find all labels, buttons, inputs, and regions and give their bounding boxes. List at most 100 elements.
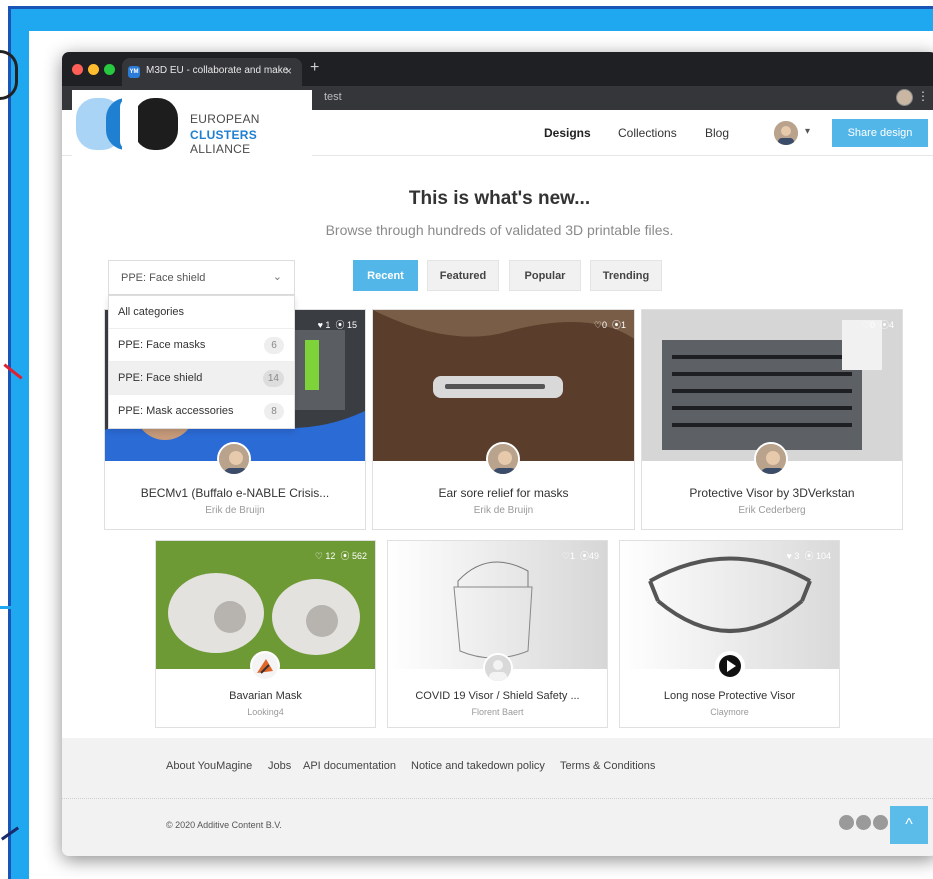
author-avatar[interactable] (486, 442, 520, 476)
site-footer: About YouMagine Jobs API documentation N… (62, 738, 933, 856)
downloads-count: 15 (346, 320, 357, 330)
scroll-to-top-button[interactable]: ^ (890, 806, 928, 844)
category-option-face-shield[interactable]: PPE: Face shield 14 (109, 362, 294, 395)
design-stats: ♡0 ⦿1 (594, 318, 626, 331)
download-icon: ⦿ (335, 320, 345, 330)
likes-count: 1 (325, 320, 331, 330)
page-subtitle: Browse through hundreds of validated 3D … (325, 222, 674, 238)
decorative-blue-line (0, 606, 14, 609)
logo-text-clusters-alliance: CLUSTERS ALLIANCE (190, 128, 312, 156)
design-title[interactable]: COVID 19 Visor / Shield Safety ... (388, 690, 607, 702)
tab-title: M3D EU - collaborate and make (146, 65, 289, 76)
likes-count: 0 (601, 320, 607, 330)
category-select[interactable]: PPE: Face shield ⌄ (108, 260, 295, 295)
clusters-logo-icon (76, 98, 178, 150)
chevron-down-icon[interactable]: ▾ (805, 126, 810, 137)
logo-text-clusters: CLUSTERS (190, 128, 258, 142)
download-icon: ⦿ (611, 320, 621, 330)
heart-icon: ♡ (314, 551, 323, 561)
author-avatar[interactable] (250, 651, 280, 681)
design-card[interactable]: ♡ 12 ⦿ 562 Bavarian Mask Looking4 (155, 540, 376, 728)
nav-collections[interactable]: Collections (618, 126, 677, 140)
youtube-icon[interactable] (856, 815, 871, 830)
heart-icon: ♥ (317, 320, 323, 330)
design-stats: ♥ 3 ⦿ 104 (787, 549, 831, 562)
minimize-window-button[interactable] (88, 64, 99, 75)
category-dropdown-menu: All categories PPE: Face masks 6 PPE: Fa… (108, 295, 295, 429)
email-icon[interactable] (873, 815, 888, 830)
logo-text-alliance: ALLIANCE (190, 142, 251, 156)
heart-icon: ♡ (561, 551, 570, 561)
design-title[interactable]: Protective Visor by 3DVerkstan (642, 486, 902, 500)
maximize-window-button[interactable] (104, 64, 115, 75)
design-author[interactable]: Claymore (620, 707, 839, 717)
browser-menu-icon[interactable]: ⋮ (917, 89, 929, 103)
design-thumbnail[interactable] (373, 310, 634, 461)
download-icon: ⦿ (804, 551, 814, 561)
tab-featured[interactable]: Featured (427, 260, 499, 291)
logo-text-european: EUROPEAN (190, 112, 260, 126)
design-author[interactable]: Erik Cederberg (642, 505, 902, 516)
github-icon[interactable] (839, 815, 854, 830)
nav-designs[interactable]: Designs (544, 126, 591, 140)
design-title[interactable]: Long nose Protective Visor (620, 690, 839, 702)
category-count-badge: 14 (262, 370, 284, 387)
url-text: test (324, 91, 342, 103)
author-avatar[interactable] (483, 653, 513, 683)
design-card[interactable]: ♡0 ⦿1 Ear sore relief for masks Erik de … (372, 309, 635, 530)
category-option-all[interactable]: All categories (109, 296, 294, 329)
author-avatar[interactable] (754, 442, 788, 476)
design-title[interactable]: Ear sore relief for masks (373, 486, 634, 500)
design-title[interactable]: BECMv1 (Buffalo e-NABLE Crisis... (105, 486, 365, 500)
chevron-down-icon: ⌄ (272, 271, 282, 283)
category-select-value: PPE: Face shield (121, 272, 206, 284)
design-author[interactable]: Florent Baert (388, 707, 607, 717)
design-author[interactable]: Erik de Bruijn (105, 505, 365, 516)
youmagine-favicon-icon: YM (128, 66, 140, 78)
browser-titlebar: YM M3D EU - collaborate and make × + (62, 52, 933, 86)
profile-avatar-icon[interactable] (896, 89, 913, 106)
tab-close-icon[interactable]: × (285, 64, 292, 78)
design-card[interactable]: ♡0 ⦿4 Protective Visor by 3DVerkstan Eri… (641, 309, 903, 530)
new-tab-button[interactable]: + (310, 59, 319, 77)
footer-link-about[interactable]: About YouMagine (166, 760, 252, 772)
category-option-mask-accessories[interactable]: PPE: Mask accessories 8 (109, 395, 294, 428)
likes-count: 3 (794, 551, 800, 561)
design-stats: ♡0 ⦿4 (862, 318, 894, 331)
footer-link-takedown[interactable]: Notice and takedown policy (411, 760, 545, 772)
downloads-count: 49 (588, 551, 599, 561)
download-icon: ⦿ (879, 320, 889, 330)
download-icon: ⦿ (579, 551, 589, 561)
author-avatar[interactable] (217, 442, 251, 476)
design-title[interactable]: Bavarian Mask (156, 690, 375, 702)
downloads-count: 562 (351, 551, 367, 561)
user-avatar[interactable] (774, 121, 798, 145)
footer-link-api[interactable]: API documentation (303, 760, 396, 772)
downloads-count: 104 (815, 551, 831, 561)
tab-recent[interactable]: Recent (353, 260, 418, 291)
close-window-button[interactable] (72, 64, 83, 75)
likes-count: 12 (325, 551, 336, 561)
design-card[interactable]: ♡1 ⦿49 COVID 19 Visor / Shield Safety ..… (387, 540, 608, 728)
downloads-count: 1 (620, 320, 626, 330)
design-stats: ♥ 1 ⦿ 15 (318, 318, 357, 331)
footer-link-jobs[interactable]: Jobs (268, 760, 291, 772)
browser-window: YM M3D EU - collaborate and make × + tes… (62, 52, 933, 856)
browser-tab[interactable]: YM M3D EU - collaborate and make × (122, 58, 302, 86)
category-count-badge: 6 (264, 337, 284, 354)
design-card[interactable]: ♥ 3 ⦿ 104 Long nose Protective Visor Cla… (619, 540, 840, 728)
category-option-face-masks[interactable]: PPE: Face masks 6 (109, 329, 294, 362)
tab-trending[interactable]: Trending (590, 260, 662, 291)
author-avatar[interactable] (715, 651, 745, 681)
design-author[interactable]: Looking4 (156, 707, 375, 717)
european-clusters-alliance-logo: EUROPEAN CLUSTERS ALLIANCE (72, 90, 312, 158)
design-thumbnail[interactable] (642, 310, 902, 461)
design-author[interactable]: Erik de Bruijn (373, 505, 634, 516)
heart-icon: ♡ (861, 320, 870, 330)
nav-blog[interactable]: Blog (705, 126, 729, 140)
tab-popular[interactable]: Popular (509, 260, 581, 291)
footer-divider (62, 798, 933, 799)
copyright-text: © 2020 Additive Content B.V. (166, 820, 282, 830)
share-design-button[interactable]: Share design (832, 119, 928, 147)
footer-link-terms[interactable]: Terms & Conditions (560, 760, 655, 772)
